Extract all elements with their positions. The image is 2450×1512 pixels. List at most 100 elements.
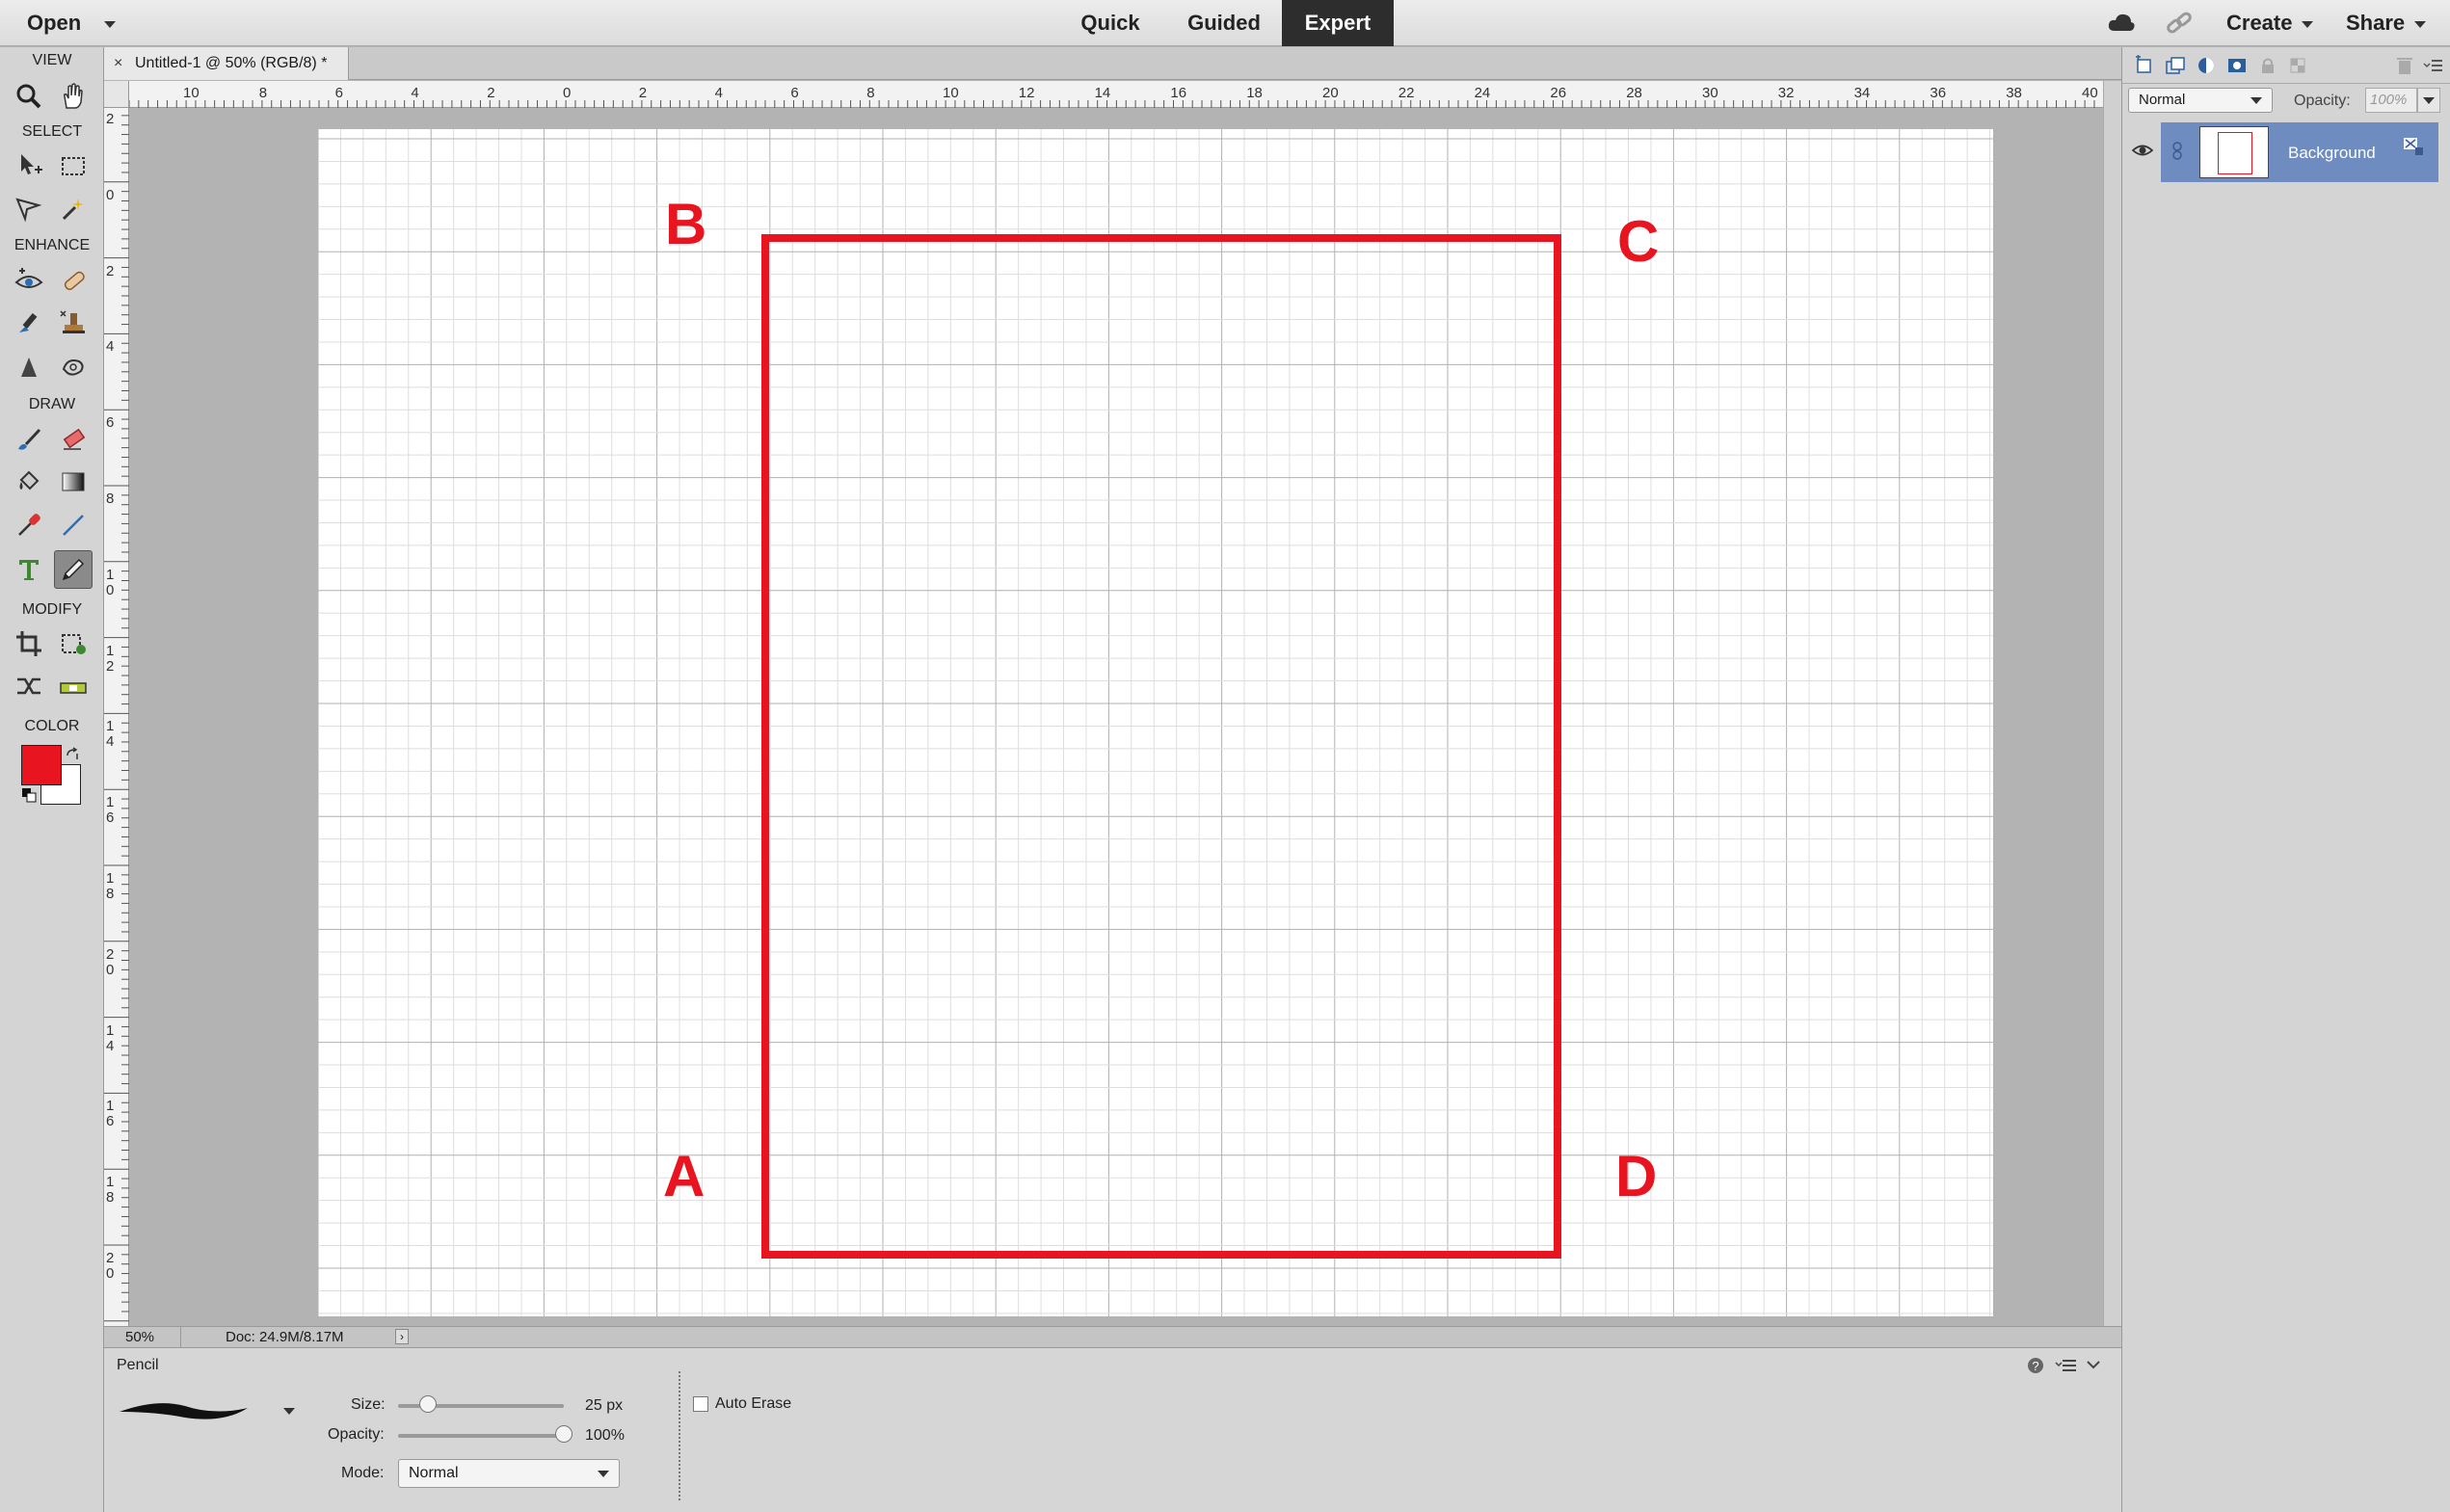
red-eye-tool[interactable] — [10, 261, 48, 300]
link-icon[interactable] — [2165, 10, 2194, 37]
status-bar: 50% Doc: 24.9M/8.17M › — [104, 1326, 2121, 1348]
move-tool[interactable] — [10, 146, 48, 185]
lock-transparent-icon[interactable] — [2288, 55, 2309, 76]
chevron-down-icon — [598, 1471, 609, 1477]
horizontal-ruler: 10 8 6 4 2 0 2 4 6 8 10 12 14 16 18 20 22 24 26 28 30 32 34 36 3… — [129, 81, 2103, 108]
line-tool[interactable] — [54, 506, 93, 544]
section-view: VIEW — [32, 52, 72, 68]
eye-icon — [14, 268, 43, 288]
mode-select[interactable]: Normal — [398, 1459, 620, 1488]
ruler-h-label: 8 — [258, 85, 268, 101]
zoom-level[interactable]: 50% — [104, 1327, 181, 1348]
ruler-h-label: 30 — [1702, 85, 1718, 101]
options-menu-icon[interactable] — [2055, 1356, 2078, 1375]
opacity-slider-track[interactable] — [398, 1434, 564, 1438]
ruler-h-label: 6 — [790, 85, 799, 101]
toolbox: VIEW SELECT ENHANCE DRAW MODIFY COLOR — [0, 47, 104, 1512]
eraser-icon — [63, 428, 86, 450]
recompose-tool[interactable] — [54, 624, 93, 663]
paint-bucket-icon — [19, 470, 40, 491]
gradient-tool[interactable] — [54, 463, 93, 501]
hand-tool[interactable] — [54, 77, 93, 116]
layer-thumbnail — [2199, 126, 2269, 178]
new-group-icon[interactable] — [2165, 55, 2186, 76]
ruler-h-label: 14 — [1094, 85, 1111, 101]
canvas-area[interactable]: B C A D — [129, 108, 2103, 1326]
paint-bucket-tool[interactable] — [10, 463, 48, 501]
magic-wand-tool[interactable] — [54, 190, 93, 228]
foreground-color-swatch[interactable] — [21, 745, 62, 785]
panel-menu-icon[interactable] — [2423, 55, 2444, 76]
swap-colors-icon[interactable] — [64, 746, 81, 763]
ruler-h-label: 2 — [638, 85, 648, 101]
size-slider-thumb[interactable] — [418, 1395, 437, 1413]
marquee-tool[interactable] — [54, 146, 93, 185]
layer-opacity-input[interactable]: 100% — [2365, 88, 2417, 113]
help-icon[interactable]: ? — [2026, 1356, 2045, 1375]
default-colors-icon[interactable] — [21, 787, 39, 805]
sponge-tool[interactable] — [54, 348, 93, 386]
ruler-h-label: 0 — [563, 85, 572, 101]
layer-opacity-dropdown[interactable] — [2417, 88, 2440, 113]
brush-preset-icon[interactable] — [118, 1396, 262, 1429]
clone-stamp-tool[interactable] — [54, 304, 93, 342]
cloud-icon[interactable] — [2107, 12, 2136, 33]
opacity-slider-thumb[interactable] — [555, 1425, 573, 1443]
ruler-v-label: 16 — [106, 794, 115, 827]
eraser-tool[interactable] — [54, 420, 93, 459]
collapse-chevron-icon[interactable] — [2086, 1358, 2101, 1371]
layer-link-icon[interactable] — [2170, 140, 2184, 163]
sponge-icon — [62, 359, 84, 376]
ruler-corner — [104, 81, 129, 108]
eyedropper-tool[interactable] — [10, 506, 48, 544]
create-button[interactable]: Create — [2226, 0, 2314, 46]
type-tool[interactable] — [10, 550, 48, 589]
zoom-tool[interactable] — [10, 77, 48, 116]
chevron-down-icon[interactable] — [283, 1408, 295, 1415]
lasso-icon — [15, 198, 42, 223]
layer-mask-icon[interactable] — [2226, 55, 2248, 76]
lasso-tool[interactable] — [10, 190, 48, 228]
ruler-h-label: 40 — [2082, 85, 2098, 101]
open-button[interactable]: Open — [27, 0, 117, 46]
tab-guided[interactable]: Guided — [1174, 0, 1274, 46]
new-layer-icon[interactable] — [2134, 55, 2155, 76]
layer-row[interactable]: Background — [2161, 122, 2438, 182]
auto-erase-checkbox[interactable] — [693, 1396, 708, 1412]
ruler-h-label: 10 — [183, 85, 200, 101]
tab-quick[interactable]: Quick — [1060, 0, 1160, 46]
lock-all-icon[interactable] — [2257, 55, 2278, 76]
ruler-v-label: 0 — [106, 186, 115, 203]
section-draw: DRAW — [28, 396, 76, 412]
adjustment-layer-icon[interactable] — [2196, 55, 2217, 76]
crop-icon — [16, 631, 41, 656]
document-tab[interactable]: × Untitled-1 @ 50% (RGB/8) * — [104, 47, 349, 80]
ruler-v-label: 2 — [106, 111, 115, 127]
ruler-h-label: 8 — [866, 85, 875, 101]
magnifier-icon — [16, 84, 41, 109]
close-icon[interactable]: × — [114, 47, 122, 80]
brush-tool[interactable] — [10, 420, 48, 459]
canvas[interactable] — [129, 108, 2103, 1326]
blend-mode-select[interactable]: Normal — [2128, 88, 2273, 113]
tab-expert[interactable]: Expert — [1282, 0, 1394, 46]
options-divider — [679, 1371, 680, 1500]
trash-icon[interactable] — [2394, 55, 2415, 76]
blur-tool[interactable] — [10, 348, 48, 386]
ruler-h-label: 12 — [1018, 85, 1035, 101]
chevron-right-icon[interactable]: › — [395, 1329, 409, 1344]
share-button[interactable]: Share — [2346, 0, 2427, 46]
ruler-h-label: 4 — [714, 85, 723, 101]
straighten-tool[interactable] — [54, 667, 93, 705]
spot-healing-tool[interactable] — [54, 261, 93, 300]
pencil-tool[interactable] — [54, 550, 93, 589]
canvas-page — [318, 129, 1993, 1316]
shuffle-icon — [17, 677, 40, 695]
smart-brush-tool[interactable] — [10, 304, 48, 342]
content-aware-move-tool[interactable] — [10, 667, 48, 705]
layer-opacity-label: Opacity: — [2294, 93, 2351, 109]
vertical-scrollbar[interactable] — [2103, 81, 2121, 1326]
visibility-eye-icon[interactable] — [2132, 140, 2153, 161]
ruler-v-label: 14 — [106, 718, 115, 751]
crop-tool[interactable] — [10, 624, 48, 663]
